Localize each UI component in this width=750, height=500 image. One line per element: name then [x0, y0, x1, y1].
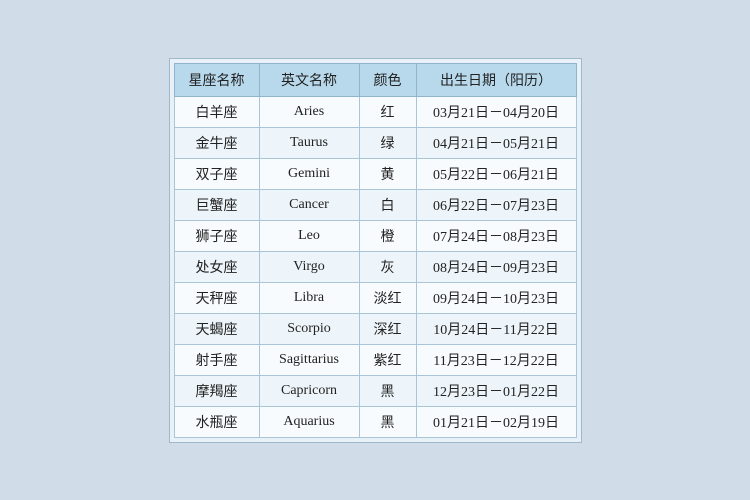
cell-chinese: 狮子座 — [174, 220, 259, 251]
table-row: 摩羯座Capricorn黑12月23日－01月22日 — [174, 375, 576, 406]
cell-dates: 10月24日－11月22日 — [416, 313, 576, 344]
cell-english: Taurus — [259, 127, 359, 158]
cell-color: 淡红 — [359, 282, 416, 313]
zodiac-table: 星座名称 英文名称 颜色 出生日期（阳历） 白羊座Aries红03月21日－04… — [174, 63, 577, 438]
table-row: 水瓶座Aquarius黑01月21日－02月19日 — [174, 406, 576, 437]
table-row: 天蝎座Scorpio深红10月24日－11月22日 — [174, 313, 576, 344]
cell-english: Cancer — [259, 189, 359, 220]
table-row: 巨蟹座Cancer白06月22日－07月23日 — [174, 189, 576, 220]
cell-chinese: 水瓶座 — [174, 406, 259, 437]
cell-chinese: 天秤座 — [174, 282, 259, 313]
table-row: 金牛座Taurus绿04月21日－05月21日 — [174, 127, 576, 158]
table-row: 天秤座Libra淡红09月24日－10月23日 — [174, 282, 576, 313]
cell-english: Aquarius — [259, 406, 359, 437]
cell-english: Leo — [259, 220, 359, 251]
cell-color: 灰 — [359, 251, 416, 282]
cell-dates: 06月22日－07月23日 — [416, 189, 576, 220]
table-row: 处女座Virgo灰08月24日－09月23日 — [174, 251, 576, 282]
cell-color: 绿 — [359, 127, 416, 158]
cell-english: Scorpio — [259, 313, 359, 344]
cell-color: 黄 — [359, 158, 416, 189]
cell-english: Gemini — [259, 158, 359, 189]
cell-color: 紫红 — [359, 344, 416, 375]
cell-english: Libra — [259, 282, 359, 313]
cell-chinese: 双子座 — [174, 158, 259, 189]
cell-dates: 09月24日－10月23日 — [416, 282, 576, 313]
cell-chinese: 白羊座 — [174, 96, 259, 127]
cell-chinese: 射手座 — [174, 344, 259, 375]
zodiac-table-container: 星座名称 英文名称 颜色 出生日期（阳历） 白羊座Aries红03月21日－04… — [169, 58, 582, 443]
table-row: 狮子座Leo橙07月24日－08月23日 — [174, 220, 576, 251]
table-row: 射手座Sagittarius紫红11月23日－12月22日 — [174, 344, 576, 375]
cell-chinese: 天蝎座 — [174, 313, 259, 344]
cell-dates: 05月22日－06月21日 — [416, 158, 576, 189]
cell-dates: 04月21日－05月21日 — [416, 127, 576, 158]
cell-chinese: 处女座 — [174, 251, 259, 282]
cell-color: 白 — [359, 189, 416, 220]
table-row: 双子座Gemini黄05月22日－06月21日 — [174, 158, 576, 189]
cell-color: 黑 — [359, 406, 416, 437]
cell-color: 红 — [359, 96, 416, 127]
cell-dates: 11月23日－12月22日 — [416, 344, 576, 375]
cell-color: 黑 — [359, 375, 416, 406]
cell-dates: 08月24日－09月23日 — [416, 251, 576, 282]
cell-english: Sagittarius — [259, 344, 359, 375]
header-chinese: 星座名称 — [174, 63, 259, 96]
cell-english: Virgo — [259, 251, 359, 282]
cell-dates: 12月23日－01月22日 — [416, 375, 576, 406]
cell-color: 深红 — [359, 313, 416, 344]
cell-color: 橙 — [359, 220, 416, 251]
cell-english: Capricorn — [259, 375, 359, 406]
table-row: 白羊座Aries红03月21日－04月20日 — [174, 96, 576, 127]
cell-dates: 07月24日－08月23日 — [416, 220, 576, 251]
header-date: 出生日期（阳历） — [416, 63, 576, 96]
cell-dates: 01月21日－02月19日 — [416, 406, 576, 437]
cell-english: Aries — [259, 96, 359, 127]
cell-chinese: 巨蟹座 — [174, 189, 259, 220]
table-header-row: 星座名称 英文名称 颜色 出生日期（阳历） — [174, 63, 576, 96]
header-color: 颜色 — [359, 63, 416, 96]
header-english: 英文名称 — [259, 63, 359, 96]
cell-chinese: 金牛座 — [174, 127, 259, 158]
cell-dates: 03月21日－04月20日 — [416, 96, 576, 127]
cell-chinese: 摩羯座 — [174, 375, 259, 406]
